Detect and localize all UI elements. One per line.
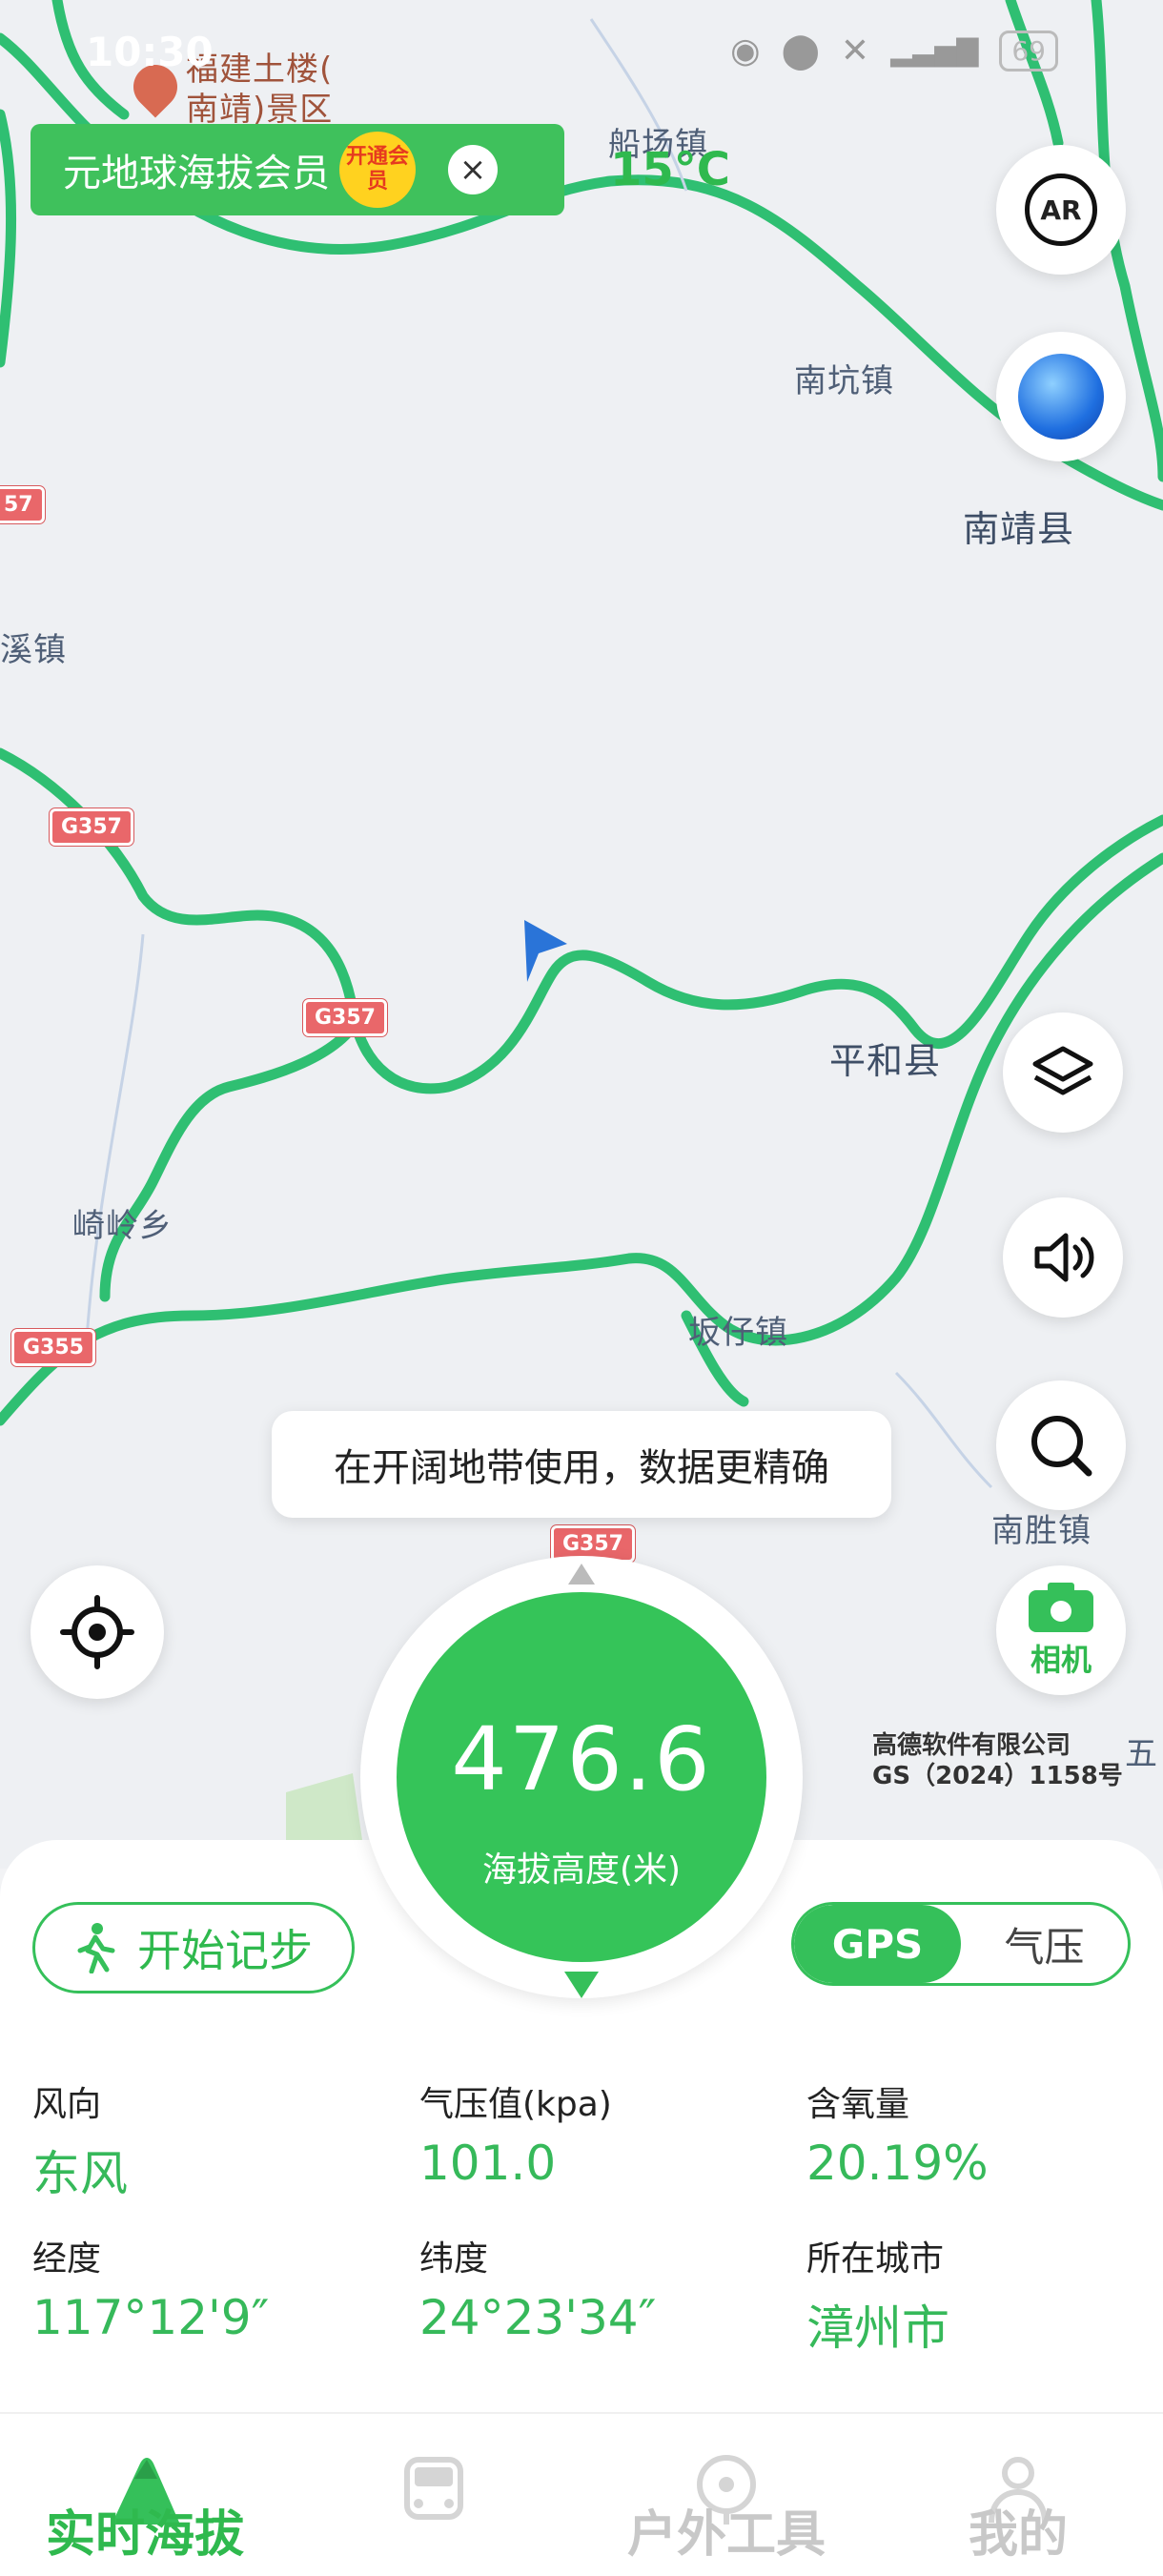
place-label-qiling: 崎岭乡	[72, 1207, 173, 1245]
tab-realtime-altitude[interactable]: 实时海拔	[2, 2441, 288, 2564]
altitude-value: 476.6	[451, 1708, 712, 1810]
stat-longitude: 经度 117°12'9″	[32, 2231, 269, 2345]
stat-value: 20.19%	[806, 2136, 989, 2191]
map-layers-button[interactable]	[1003, 1012, 1123, 1133]
place-label-wu: 五	[1125, 1735, 1158, 1773]
stat-label: 风向	[32, 2085, 102, 2124]
road-shield: 57	[0, 486, 45, 523]
stat-latitude: 纬度 24°23'34″	[419, 2231, 656, 2345]
tab-vehicle[interactable]	[291, 2441, 577, 2526]
stat-value: 漳州市	[806, 2300, 949, 2356]
place-label-banzai: 坂仔镇	[688, 1314, 788, 1352]
mute-icon: ✕	[840, 31, 870, 71]
tab-label: 实时海拔	[45, 2506, 244, 2564]
stat-label: 所在城市	[806, 2239, 945, 2279]
place-label-nansheng: 南胜镇	[991, 1512, 1092, 1550]
tab-label: 户外工具	[626, 2506, 826, 2564]
speaker-icon	[1034, 1233, 1094, 1282]
mode-gps-option[interactable]: GPS	[794, 1905, 961, 1983]
status-time: 10:30	[86, 29, 214, 75]
altitude-label: 海拔高度(米)	[481, 1850, 682, 1890]
stat-label: 含氧量	[806, 2085, 910, 2124]
map-copyright: 高德软件有限公司 GS（2024）1158号	[872, 1730, 1123, 1791]
promo-badge[interactable]: 开通会员	[339, 132, 416, 208]
eye-icon: ◉	[730, 31, 761, 71]
stat-value: 101.0	[419, 2136, 557, 2191]
temperature-readout: 15°C	[610, 143, 731, 196]
tab-mine[interactable]: 我的	[875, 2441, 1161, 2564]
stat-city: 所在城市 漳州市	[806, 2231, 949, 2359]
accuracy-tip: 在开阔地带使用，数据更精确	[272, 1411, 891, 1518]
earth-view-button[interactable]	[996, 332, 1126, 461]
stat-pressure: 气压值(kpa) 101.0	[419, 2076, 612, 2191]
road-shield: G357	[50, 808, 133, 846]
search-icon	[1031, 1416, 1092, 1477]
ar-icon: AR	[1025, 174, 1097, 246]
sound-button[interactable]	[1003, 1197, 1123, 1318]
member-promo-banner[interactable]: 元地球海拔会员 开通会员 ×	[31, 124, 564, 215]
location-icon: ⬤	[781, 31, 820, 71]
location-arrow-icon	[524, 920, 567, 982]
stat-value: 东风	[32, 2146, 128, 2201]
tab-outdoor-tools[interactable]: 户外工具	[583, 2441, 869, 2564]
crosshair-icon	[60, 1595, 134, 1669]
ar-button[interactable]: AR	[996, 145, 1126, 275]
stat-wind-direction: 风向 东风	[32, 2076, 128, 2204]
status-bar: 10:30 ◉ ⬤ ✕ ▂▃▅▇ 69	[0, 0, 1163, 105]
place-label-pinghe: 平和县	[829, 1040, 942, 1082]
road-shield: G357	[303, 999, 387, 1036]
camera-label: 相机	[1030, 1642, 1092, 1678]
altitude-display: 476.6 海拔高度(米)	[397, 1592, 766, 1962]
close-icon[interactable]: ×	[448, 145, 498, 194]
globe-icon	[1018, 354, 1104, 440]
tab-label: 我的	[968, 2506, 1068, 2564]
search-button[interactable]	[996, 1380, 1126, 1510]
altitude-source-toggle[interactable]: GPS 气压	[791, 1902, 1131, 1986]
stat-value: 117°12'9″	[32, 2290, 270, 2345]
place-label-nanjing-county: 南靖县	[963, 508, 1075, 550]
compass-top-marker-icon	[568, 1564, 595, 1584]
camera-button[interactable]: 相机	[996, 1565, 1126, 1695]
stat-oxygen: 含氧量 20.19%	[806, 2076, 989, 2191]
mode-pressure-option[interactable]: 气压	[961, 1905, 1128, 1983]
road-shield: G355	[11, 1329, 95, 1366]
layers-icon	[1032, 1046, 1093, 1095]
camera-icon	[1029, 1583, 1093, 1632]
start-step-count-button[interactable]: 开始记步	[32, 1902, 355, 1993]
car-icon	[404, 2457, 463, 2520]
place-label-xizhen: 溪镇	[0, 631, 67, 669]
copyright-line2: GS（2024）1158号	[872, 1762, 1123, 1790]
battery-indicator: 69	[999, 31, 1058, 72]
start-step-count-label: 开始记步	[137, 1925, 313, 1976]
stat-value: 24°23'34″	[419, 2290, 657, 2345]
signal-icon: ▂▃▅▇	[890, 34, 979, 68]
walking-icon	[77, 1923, 115, 1973]
promo-text: 元地球海拔会员	[63, 152, 330, 195]
stat-label: 纬度	[419, 2239, 489, 2279]
place-label-nankeng: 南坑镇	[794, 362, 894, 400]
locate-button[interactable]	[31, 1565, 164, 1699]
stat-label: 气压值(kpa)	[419, 2085, 612, 2124]
copyright-line1: 高德软件有限公司	[872, 1731, 1071, 1760]
stat-label: 经度	[32, 2239, 102, 2279]
